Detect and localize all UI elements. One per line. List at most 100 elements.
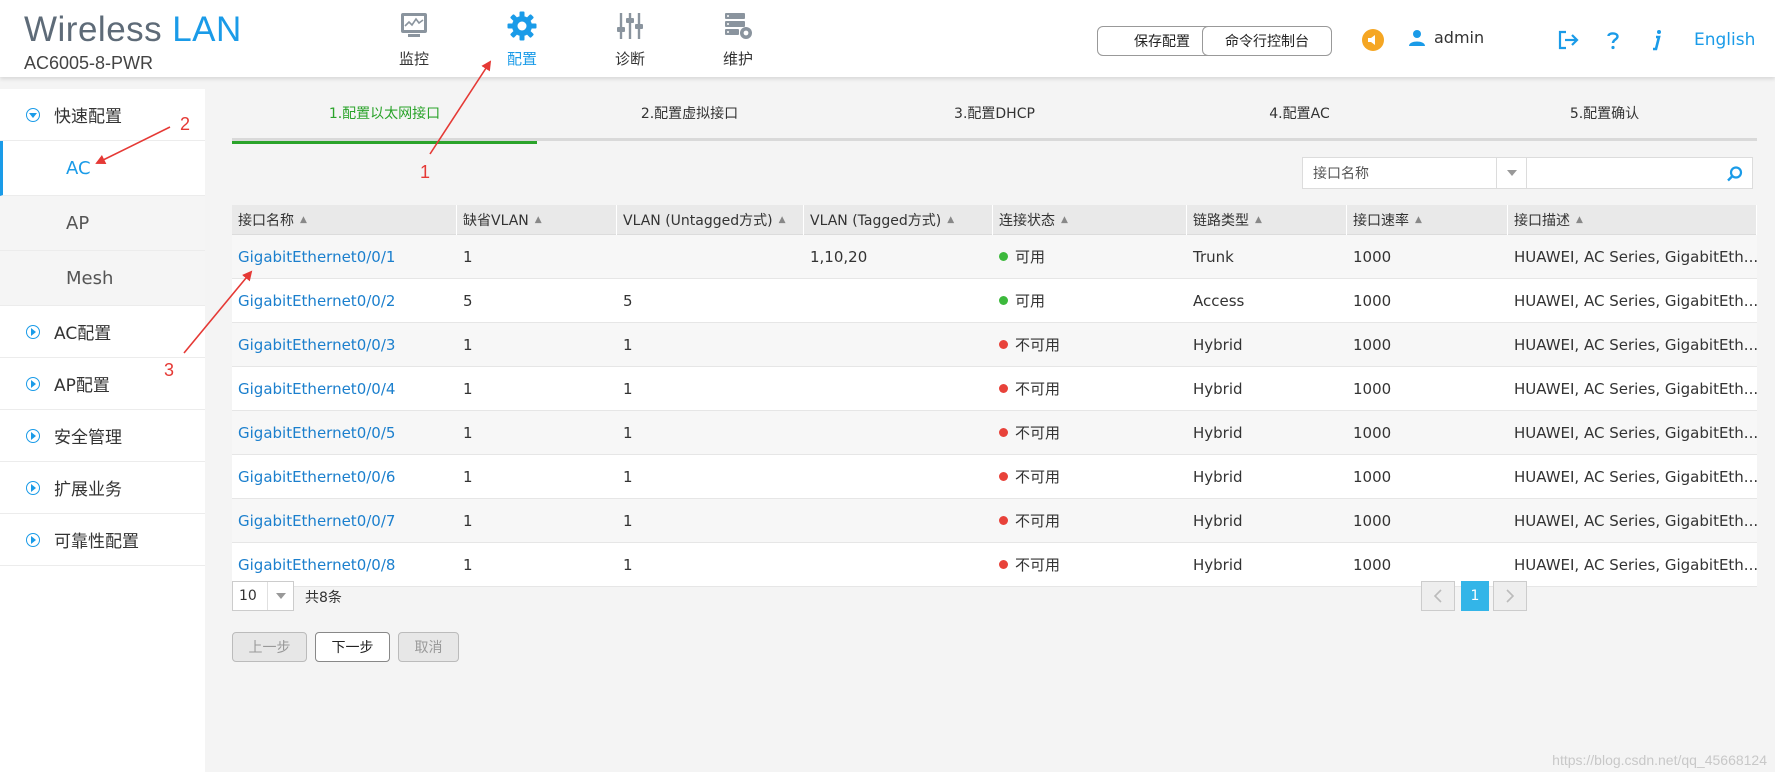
cell-text: 5 [623,291,633,310]
sidebar-security[interactable]: 安全管理 [0,410,205,462]
nav-diagnose[interactable]: 诊断 [576,0,684,77]
column-header[interactable]: 接口名称 ▲ [232,204,457,235]
column-header[interactable]: 连接状态 ▲ [993,204,1187,235]
step-ethernet[interactable]: 1.配置以太网接口 [232,85,537,144]
cell-text: HUAWEI, AC Series, GigabitEth... [1514,379,1757,398]
column-header-label: 接口速率 [1353,212,1409,229]
column-header-label: 链路类型 [1193,212,1249,229]
step-vlanif[interactable]: 2.配置虚拟接口 [537,85,842,141]
annotation-number: 3 [164,360,175,380]
table-cell: 不可用 [993,543,1187,587]
table-row[interactable]: GigabitEthernet0/0/4 1 1 不可用 Hybrid 1000 HUAWE… [232,367,1757,411]
table-cell: HUAWEI, AC Series, GigabitEth... [1508,411,1757,455]
brand-title: Wireless LAN [24,8,242,52]
cancel-button[interactable]: 取消 [398,632,459,662]
table-cell: Hybrid [1187,367,1347,411]
interface-link[interactable]: GigabitEthernet0/0/8 [232,543,457,587]
table-cell [804,279,993,323]
status-dot-icon [999,252,1008,261]
table-cell: 1000 [1347,543,1508,587]
speaker-icon[interactable] [1362,29,1384,51]
table-cell: Hybrid [1187,543,1347,587]
sidebar-quick-config[interactable]: 快速配置 [0,89,205,141]
table-cell [804,411,993,455]
column-header[interactable]: 缺省VLAN ▲ [457,204,617,235]
sidebar-extension[interactable]: 扩展业务 [0,462,205,514]
table-row[interactable]: GigabitEthernet0/0/1 1 1,10,20 可用 Trunk 1000 H… [232,235,1757,279]
interface-link[interactable]: GigabitEthernet0/0/1 [232,235,457,279]
sidebar-item-mesh[interactable]: Mesh [0,251,205,306]
interface-link[interactable]: GigabitEthernet0/0/4 [232,367,457,411]
next-step-button[interactable]: 下一步 [315,632,390,662]
sidebar-item-ap[interactable]: AP [0,196,205,251]
interface-link[interactable]: GigabitEthernet0/0/5 [232,411,457,455]
sidebar-reliability[interactable]: 可靠性配置 [0,514,205,566]
table-cell: 1 [457,323,617,367]
cell-text: 不可用 [1015,468,1061,486]
search-input[interactable] [1527,158,1717,188]
step-ac[interactable]: 4.配置AC [1147,85,1452,141]
logout-icon[interactable] [1556,28,1580,52]
sidebar-label: AP配置 [54,376,110,396]
page-number-button[interactable]: 1 [1461,581,1489,611]
nav-config[interactable]: 配置 [468,0,576,77]
annotation-number: 1 [420,162,431,182]
cell-text: Hybrid [1193,423,1243,442]
sort-icon: ▲ [1255,214,1262,225]
interface-link[interactable]: GigabitEthernet0/0/6 [232,455,457,499]
table-row[interactable]: GigabitEthernet0/0/7 1 1 不可用 Hybrid 1000 HUAWE… [232,499,1757,543]
expand-icon [26,376,40,391]
page-size-select[interactable]: 10 [232,581,294,611]
table-cell: Hybrid [1187,499,1347,543]
current-user[interactable]: admin [1408,28,1484,47]
table-header: 接口名称 ▲ 缺省VLAN ▲ VLAN (Untagged方式) ▲ VLAN (Tagg… [232,204,1757,235]
device-model: AC6005-8-PWR [24,53,154,73]
table-row[interactable]: GigabitEthernet0/0/6 1 1 不可用 Hybrid 1000 HUAWE… [232,455,1757,499]
table-cell: 1 [617,543,804,587]
sidebar-label: 安全管理 [54,428,122,448]
table-row[interactable]: GigabitEthernet0/0/5 1 1 不可用 Hybrid 1000 HUAWE… [232,411,1757,455]
cli-console-button[interactable]: 命令行控制台 [1202,26,1332,56]
cell-text: 1000 [1353,291,1392,310]
cell-text: 不可用 [1015,424,1061,442]
interface-link[interactable]: GigabitEthernet0/0/2 [232,279,457,323]
table-cell: HUAWEI, AC Series, GigabitEth... [1508,367,1757,411]
table-cell: 1,10,20 [804,235,993,279]
nav-monitor[interactable]: 监控 [360,0,468,77]
column-header[interactable]: VLAN (Tagged方式) ▲ [804,204,993,235]
step-confirm[interactable]: 5.配置确认 [1452,85,1757,141]
prev-page-button[interactable] [1421,581,1455,611]
column-header[interactable]: 接口速率 ▲ [1347,204,1508,235]
table-row[interactable]: GigabitEthernet0/0/3 1 1 不可用 Hybrid 1000 HUAWE… [232,323,1757,367]
column-header[interactable]: 链路类型 ▲ [1187,204,1347,235]
next-page-button[interactable] [1493,581,1527,611]
search-icon[interactable] [1726,165,1744,183]
language-switch[interactable]: English [1694,30,1755,50]
interface-link[interactable]: GigabitEthernet0/0/3 [232,323,457,367]
table-cell: 不可用 [993,411,1187,455]
prev-step-button[interactable]: 上一步 [232,632,307,662]
sidebar-item-ac[interactable]: AC [0,141,205,196]
cell-text: 1,10,20 [810,247,868,266]
sidebar-ac-config[interactable]: AC配置 [0,306,205,358]
table-cell: 不可用 [993,455,1187,499]
cell-text: 1000 [1353,379,1392,398]
nav-maintain[interactable]: 维护 [684,0,792,77]
column-header[interactable]: VLAN (Untagged方式) ▲ [617,204,804,235]
info-icon[interactable] [1645,28,1669,52]
cell-text: Hybrid [1193,379,1243,398]
table-cell [617,235,804,279]
filter-field-select[interactable]: 接口名称 [1302,157,1527,189]
table-cell: 1 [457,499,617,543]
cell-text: 1 [463,247,473,266]
help-icon[interactable] [1601,28,1625,52]
cell-text: HUAWEI, AC Series, GigabitEth... [1514,335,1757,354]
cell-text: HUAWEI, AC Series, GigabitEth... [1514,423,1757,442]
column-header[interactable]: 接口描述 ▲ [1508,204,1757,235]
table-row[interactable]: GigabitEthernet0/0/2 5 5 可用 Access 1000 HUAWEI… [232,279,1757,323]
sort-icon: ▲ [1576,214,1583,225]
step-dhcp[interactable]: 3.配置DHCP [842,85,1147,141]
interface-link[interactable]: GigabitEthernet0/0/7 [232,499,457,543]
sidebar-ap-config[interactable]: AP配置 [0,358,205,410]
table-cell: Hybrid [1187,411,1347,455]
